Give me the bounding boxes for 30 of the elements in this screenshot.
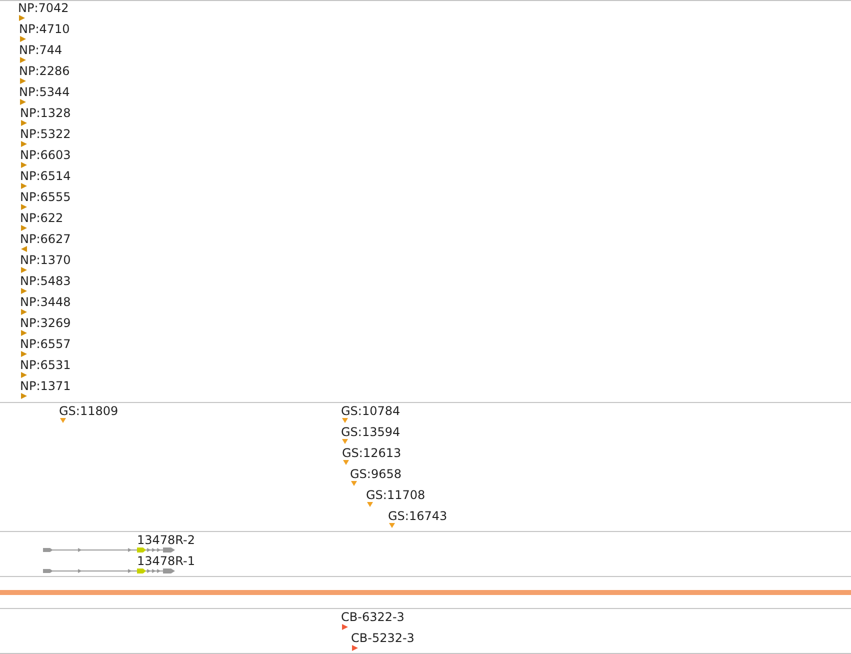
feature-label: CB-5232-3	[351, 631, 414, 645]
feature-label: NP:6603	[20, 148, 71, 162]
feature-label: NP:5483	[20, 274, 71, 288]
feature-label: NP:744	[19, 43, 62, 57]
feature-label: NP:1328	[20, 106, 71, 120]
feature-label: GS:16743	[388, 509, 448, 523]
feature-label: NP:2286	[19, 64, 70, 78]
transcript-label: 13478R-1	[137, 554, 195, 568]
feature-label: NP:3448	[20, 295, 71, 309]
feature-label: NP:5322	[20, 127, 71, 141]
feature-label: GS:11809	[59, 404, 118, 418]
feature-label: NP:4710	[19, 22, 70, 36]
feature-label: GS:11708	[366, 488, 426, 502]
feature-label: NP:3269	[20, 316, 71, 330]
feature-label: NP:6531	[20, 358, 71, 372]
feature-label: GS:10784	[341, 404, 400, 418]
feature-label: CB-6322-3	[341, 610, 404, 624]
transcript-label: 13478R-2	[137, 533, 195, 547]
feature-label: NP:6557	[20, 337, 71, 351]
feature-label: NP:1370	[20, 253, 71, 267]
feature-label: NP:6514	[20, 169, 71, 183]
feature-label: GS:12613	[342, 446, 402, 460]
feature-label: NP:7042	[18, 1, 69, 15]
feature-label: NP:6627	[20, 232, 71, 246]
feature-label: NP:5344	[19, 85, 70, 99]
feature-label: GS:13594	[341, 425, 400, 439]
feature-label: NP:622	[20, 211, 64, 225]
feature-label: NP:1371	[20, 379, 71, 393]
feature-label: NP:6555	[20, 190, 71, 204]
feature-label: GS:9658	[350, 467, 402, 481]
